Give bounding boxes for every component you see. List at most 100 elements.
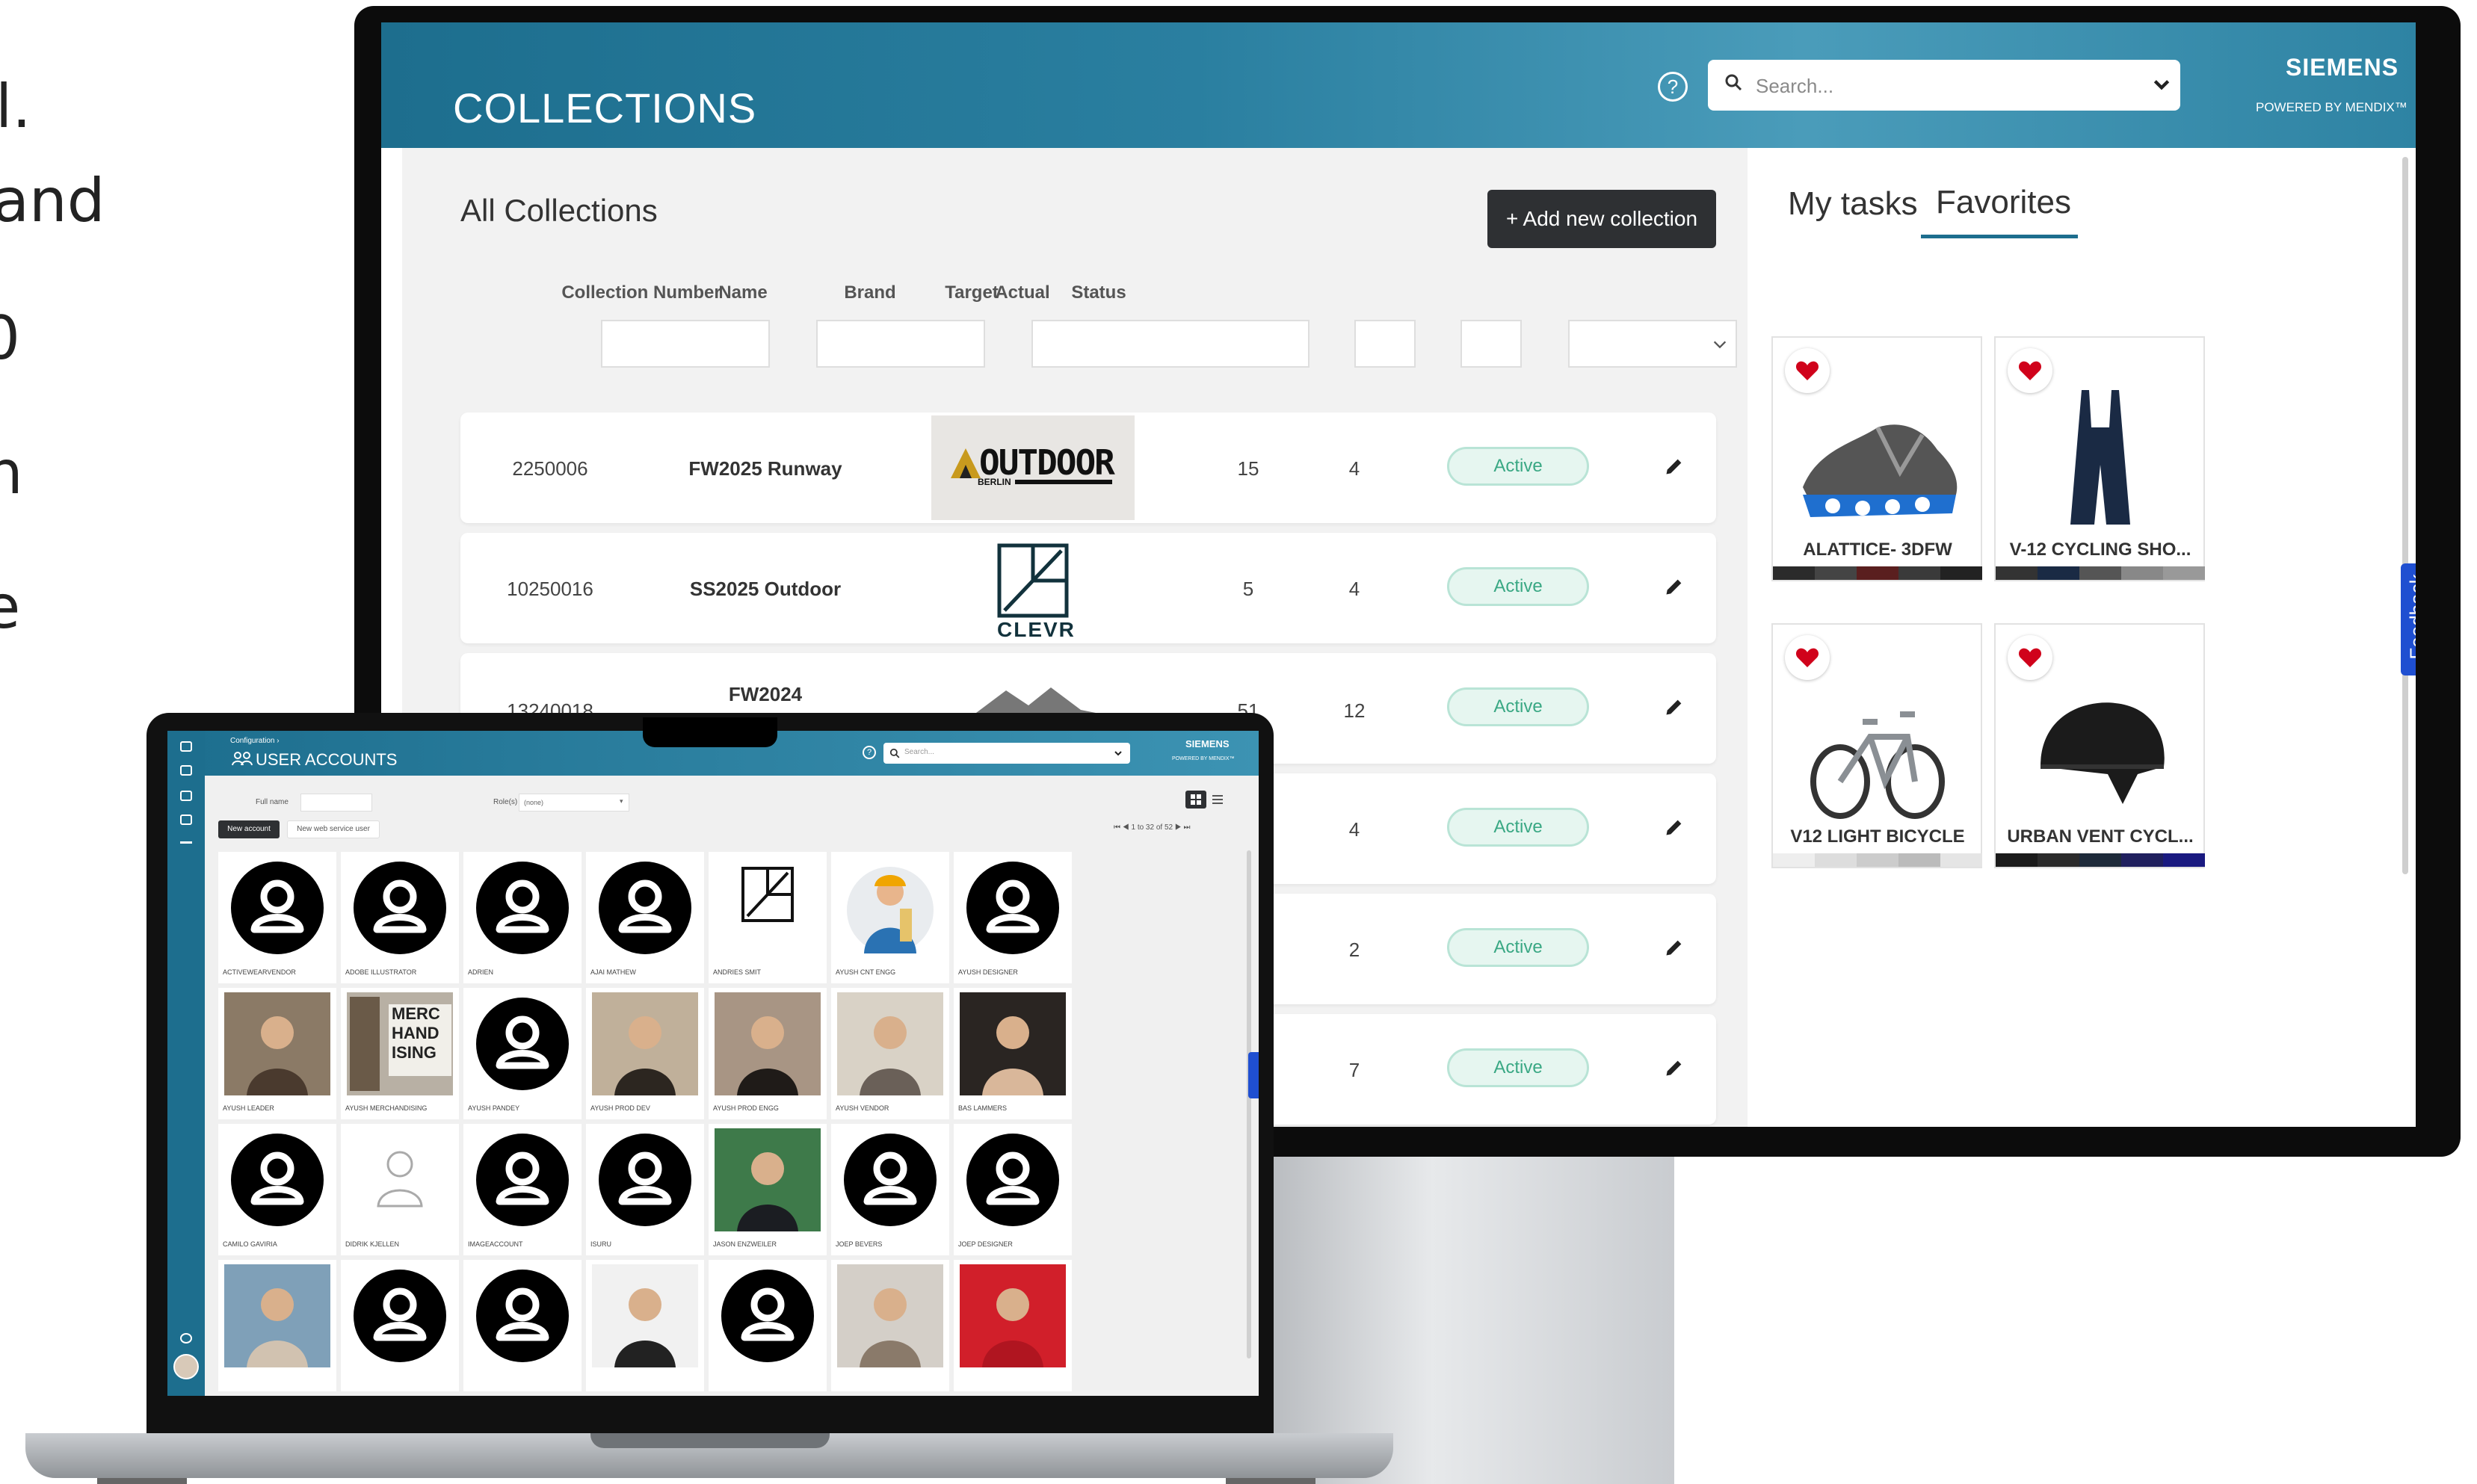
page-title: COLLECTIONS	[453, 84, 757, 132]
user-tile[interactable]	[831, 1260, 949, 1391]
user-tile[interactable]: BAS LAMMERS	[954, 988, 1072, 1119]
scrollbar[interactable]	[2402, 157, 2408, 874]
user-tile[interactable]: AYUSH PANDEY	[463, 988, 582, 1119]
home-icon[interactable]	[180, 741, 192, 752]
add-collection-button[interactable]: + Add new collection	[1487, 190, 1716, 248]
target-value: 15	[1237, 457, 1259, 480]
filter-actual[interactable]	[1460, 320, 1522, 368]
user-tile[interactable]: MERC HAND ISING AYUSH MERCHANDISING	[341, 988, 459, 1119]
status-badge: Active	[1447, 447, 1589, 486]
user-tile[interactable]	[218, 1260, 336, 1391]
collection-name: SS2025 Outdoor	[689, 578, 842, 600]
filter-collection-number[interactable]	[601, 320, 770, 368]
color-swatch	[1996, 566, 2038, 580]
new-account-button[interactable]: New account	[218, 820, 280, 838]
user-tile[interactable]: AYUSH VENDOR	[831, 988, 949, 1119]
favorite-card[interactable]: V12 LIGHT BICYCLE	[1771, 623, 1982, 868]
favorite-card[interactable]: ALATTICE- 3DFW	[1771, 336, 1982, 581]
user-tile[interactable]: AYUSH PROD ENGG	[709, 988, 827, 1119]
user-tile[interactable]: AYUSH PROD DEV	[586, 988, 704, 1119]
user-tile[interactable]	[586, 1260, 704, 1391]
chevron-down-icon[interactable]	[1114, 749, 1123, 758]
edit-icon[interactable]	[1664, 937, 1685, 958]
filter-brand[interactable]	[1031, 320, 1310, 368]
user-tile[interactable]: ISURU	[586, 1124, 704, 1255]
user-tile[interactable]: ADOBE ILLUSTRATOR	[341, 852, 459, 983]
filter-name[interactable]	[816, 320, 985, 368]
user-tile[interactable]: JASON ENZWEILER	[709, 1124, 827, 1255]
tag-icon[interactable]	[180, 791, 192, 801]
list-view-icon[interactable]	[1211, 794, 1224, 806]
column-header[interactable]: Name	[718, 282, 767, 303]
new-web-service-user-button[interactable]: New web service user	[287, 820, 380, 838]
user-name: ACTIVEWEARVENDOR	[223, 968, 296, 976]
avatar[interactable]	[173, 1354, 199, 1379]
mountain-logo-icon	[976, 687, 1096, 713]
user-tile[interactable]: ACTIVEWEARVENDOR	[218, 852, 336, 983]
user-tile[interactable]: AYUSH LEADER	[218, 988, 336, 1119]
user-tile[interactable]	[709, 1260, 827, 1391]
filter-status[interactable]	[1568, 320, 1737, 368]
user-tile[interactable]: IMAGEACCOUNT	[463, 1124, 582, 1255]
user-tile[interactable]	[463, 1260, 582, 1391]
cart-icon[interactable]	[180, 765, 192, 776]
user-tile[interactable]: AJAI MATHEW	[586, 852, 704, 983]
grid-view-icon[interactable]	[1185, 791, 1206, 809]
scrollbar[interactable]	[1247, 850, 1251, 1358]
help-icon[interactable]: ?	[863, 746, 876, 759]
mail-icon[interactable]	[180, 814, 192, 825]
column-header[interactable]: Target	[945, 282, 999, 303]
user-tile[interactable]: DIDRIK KJELLEN	[341, 1124, 459, 1255]
user-name: ISURU	[590, 1240, 612, 1248]
column-header[interactable]: Status	[1071, 282, 1126, 303]
user-tile[interactable]: ANDRIES SMIT	[709, 852, 827, 983]
user-tile[interactable]: AYUSH DESIGNER	[954, 852, 1072, 983]
laptop-foot	[97, 1478, 187, 1484]
avatar-icon	[966, 862, 1059, 954]
color-swatch	[2163, 853, 2205, 867]
user-tile[interactable]	[341, 1260, 459, 1391]
edit-icon[interactable]	[1664, 817, 1685, 838]
filter-target[interactable]	[1354, 320, 1416, 368]
table-row[interactable]: 2250006 FW2025 Runway OUTDOOR BERLIN 15 …	[460, 412, 1716, 523]
pagination[interactable]: ⏮ ◀ 1 to 32 of 52 ▶ ⏭	[1114, 823, 1191, 832]
user-tile[interactable]	[954, 1260, 1072, 1391]
tab-favorites[interactable]: Favorites	[1936, 184, 2071, 221]
help-icon[interactable]: ?	[1658, 72, 1688, 102]
edit-icon[interactable]	[1664, 456, 1685, 477]
status-badge: Active	[1447, 687, 1589, 726]
color-swatch	[1773, 853, 1815, 867]
user-tile[interactable]: AYUSH CNT ENGG	[831, 852, 949, 983]
search-input[interactable]: Search...	[883, 743, 1130, 764]
gear-icon[interactable]	[180, 1333, 192, 1344]
color-swatch	[1857, 566, 1898, 580]
column-header[interactable]: Brand	[844, 282, 895, 303]
column-header[interactable]: Actual	[995, 282, 1049, 303]
color-swatch	[1898, 566, 1940, 580]
mountain-icon	[951, 448, 981, 478]
full-name-input[interactable]	[300, 794, 372, 811]
user-tile[interactable]: CAMILO GAVIRIA	[218, 1124, 336, 1255]
favorite-card[interactable]: URBAN VENT CYCL...	[1994, 623, 2205, 868]
edit-icon[interactable]	[1664, 576, 1685, 597]
user-name: ANDRIES SMIT	[713, 968, 762, 976]
roles-select[interactable]: (none) ▾	[519, 794, 629, 811]
avatar-icon	[354, 1270, 446, 1362]
feedback-button[interactable]	[1248, 1052, 1259, 1098]
column-header[interactable]: Collection Number	[561, 282, 721, 303]
tab-my-tasks[interactable]: My tasks	[1788, 185, 1918, 223]
user-tile[interactable]: JOEP DESIGNER	[954, 1124, 1072, 1255]
user-name: AYUSH DESIGNER	[958, 968, 1018, 976]
minus-icon[interactable]	[180, 841, 192, 844]
table-row[interactable]: 10250016 SS2025 Outdoor CLEVR 5 4 Active	[460, 533, 1716, 643]
edit-icon[interactable]	[1664, 696, 1685, 717]
feedback-button[interactable]: Feedback	[2401, 563, 2416, 675]
user-tile[interactable]: JOEP BEVERS	[831, 1124, 949, 1255]
edit-icon[interactable]	[1664, 1057, 1685, 1078]
chevron-down-icon[interactable]	[2152, 75, 2171, 94]
favorite-card[interactable]: V-12 CYCLING SHO...	[1994, 336, 2205, 581]
search-input[interactable]: Search...	[1708, 60, 2180, 111]
user-tile[interactable]: ADRIEN	[463, 852, 582, 983]
laptop-opening-notch	[590, 1433, 830, 1448]
breadcrumb[interactable]: Configuration ›	[230, 737, 280, 745]
